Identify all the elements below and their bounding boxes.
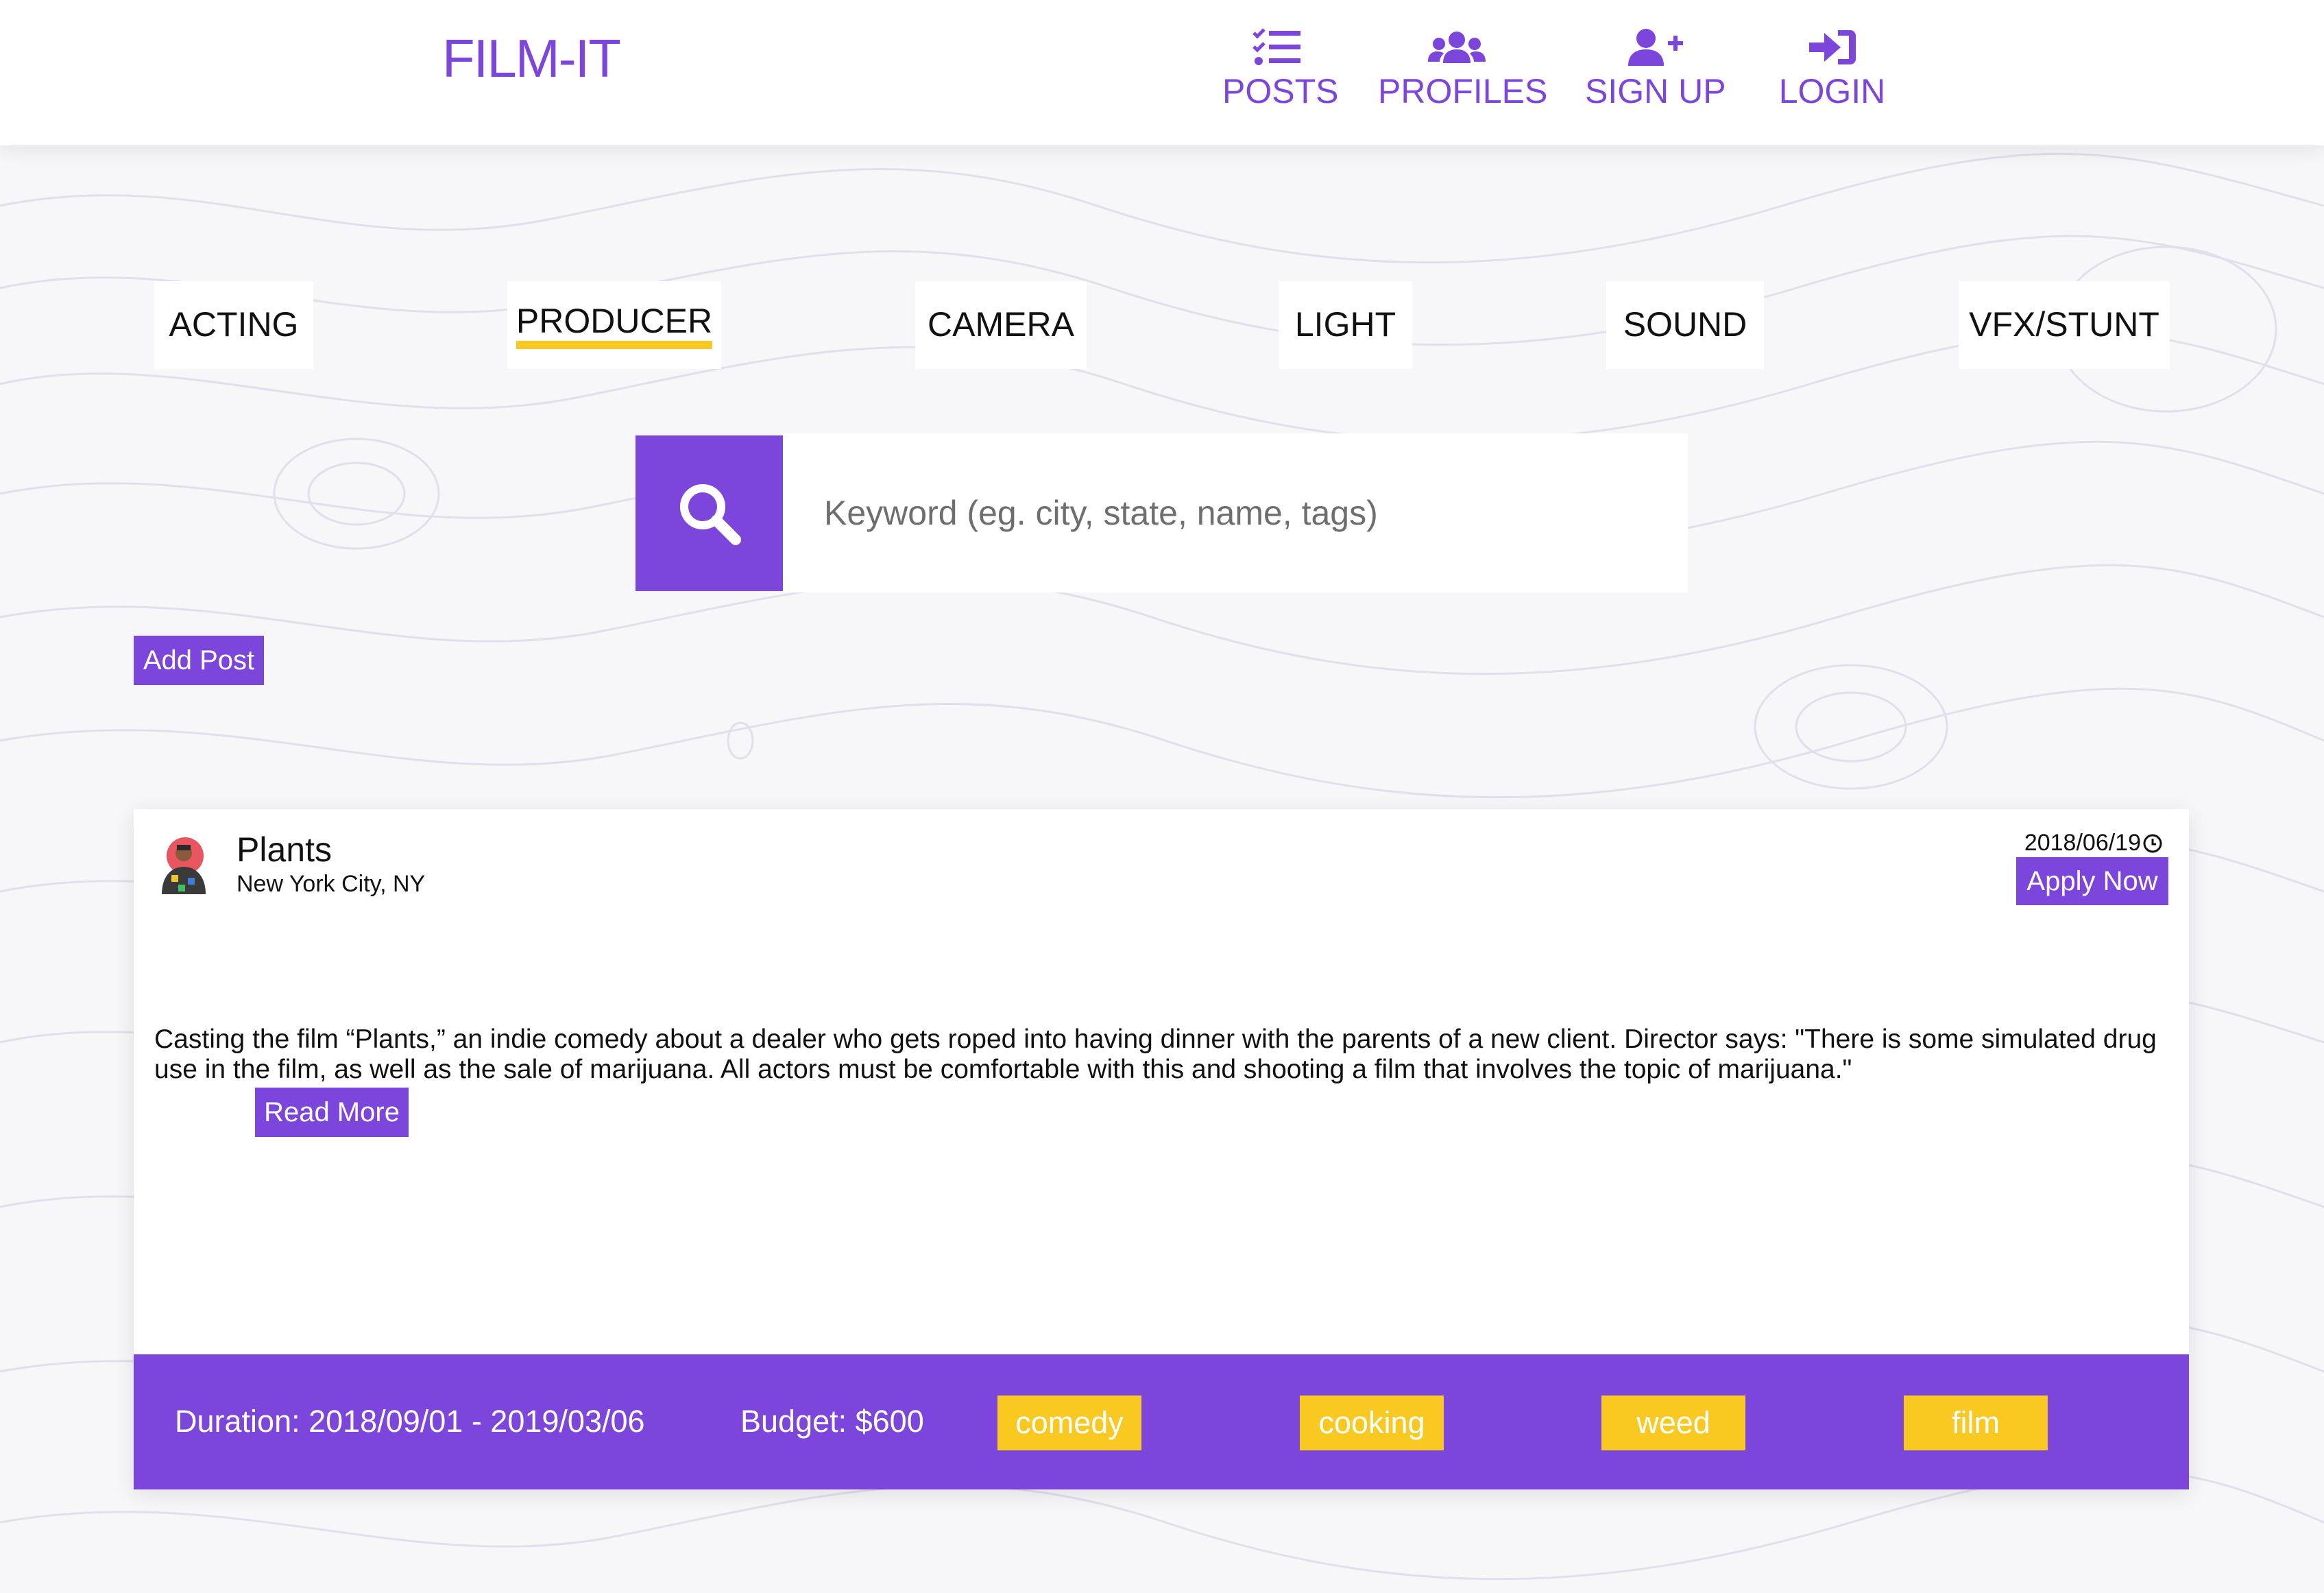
post-location: New York City, NY bbox=[237, 871, 426, 897]
category-tab-label: ACTING bbox=[169, 305, 299, 344]
clock-icon bbox=[2143, 834, 2162, 852]
post-budget: Budget: $600 bbox=[740, 1404, 924, 1439]
category-tab-camera[interactable]: CAMERA bbox=[915, 281, 1087, 369]
category-tab-producer[interactable]: PRODUCER bbox=[507, 281, 721, 369]
nav-profiles[interactable]: PROFILES bbox=[1378, 27, 1548, 111]
nav-posts[interactable]: POSTS bbox=[1222, 27, 1339, 111]
site-logo[interactable]: FILM-IT bbox=[442, 27, 621, 90]
post-card: Plants New York City, NY 2018/06/19 Appl… bbox=[134, 809, 2189, 1489]
category-tab-vfx-stunt[interactable]: VFX/STUNT bbox=[1959, 281, 2170, 369]
search-input[interactable] bbox=[783, 433, 1688, 592]
user-plus-icon bbox=[1627, 29, 1683, 66]
category-tab-label: PRODUCER bbox=[516, 301, 713, 349]
post-footer: Duration: 2018/09/01 - 2019/03/06 Budget… bbox=[134, 1354, 2189, 1489]
nav-sign-up-label: SIGN UP bbox=[1585, 72, 1726, 110]
add-post-button[interactable]: Add Post bbox=[134, 636, 264, 685]
top-navbar: FILM-IT POSTS PROFILES SIGN UP LOGIN bbox=[0, 0, 2324, 145]
tag-weed[interactable]: weed bbox=[1601, 1396, 1745, 1450]
nav-posts-label: POSTS bbox=[1222, 72, 1339, 110]
nav-profiles-label: PROFILES bbox=[1378, 72, 1548, 110]
category-tab-label: SOUND bbox=[1623, 305, 1747, 344]
tag-comedy[interactable]: comedy bbox=[997, 1396, 1141, 1450]
category-tab-label: CAMERA bbox=[928, 305, 1074, 344]
category-tab-label: VFX/STUNT bbox=[1969, 305, 2159, 344]
category-tab-acting[interactable]: ACTING bbox=[154, 281, 313, 369]
post-duration: Duration: 2018/09/01 - 2019/03/06 bbox=[175, 1404, 645, 1439]
tag-cooking[interactable]: cooking bbox=[1300, 1396, 1444, 1450]
sign-in-icon bbox=[1808, 30, 1856, 64]
nav-login-label: LOGIN bbox=[1778, 72, 1886, 110]
category-tab-light[interactable]: LIGHT bbox=[1279, 281, 1412, 369]
search-button[interactable] bbox=[636, 435, 783, 591]
tag-film[interactable]: film bbox=[1904, 1396, 2048, 1450]
post-description: Casting the film “Plants,” an indie come… bbox=[154, 1025, 2157, 1084]
category-tab-sound[interactable]: SOUND bbox=[1606, 281, 1764, 369]
avatar bbox=[162, 837, 206, 894]
nav-login[interactable]: LOGIN bbox=[1776, 27, 1889, 111]
search-icon bbox=[679, 483, 741, 545]
users-icon bbox=[1428, 32, 1486, 63]
category-tab-label: LIGHT bbox=[1294, 305, 1396, 344]
tasks-list-icon bbox=[1252, 28, 1300, 65]
nav-sign-up[interactable]: SIGN UP bbox=[1585, 27, 1726, 111]
post-title[interactable]: Plants bbox=[237, 830, 332, 870]
read-more-button[interactable]: Read More bbox=[255, 1088, 409, 1137]
post-date: 2018/06/19 bbox=[2024, 830, 2163, 857]
apply-now-button[interactable]: Apply Now bbox=[2016, 857, 2168, 905]
post-date-text: 2018/06/19 bbox=[2024, 830, 2141, 856]
